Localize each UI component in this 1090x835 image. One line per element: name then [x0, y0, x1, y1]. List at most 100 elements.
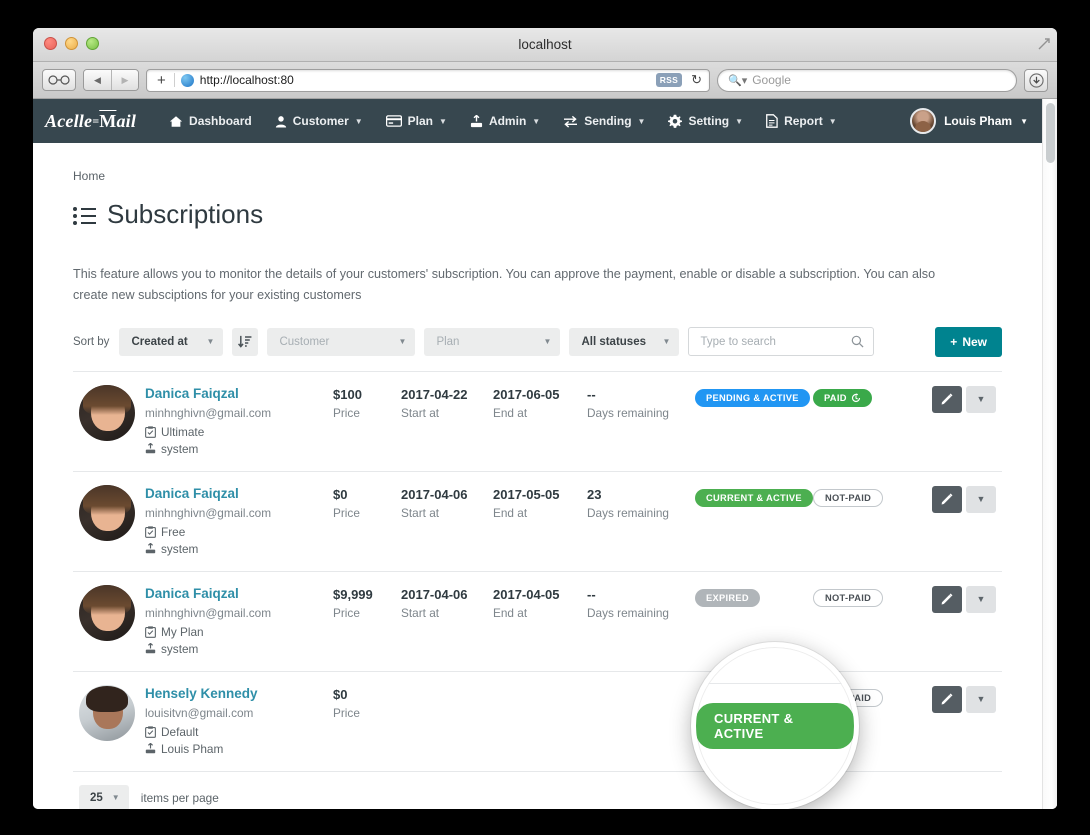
nav-label: Dashboard	[189, 114, 252, 128]
edit-button[interactable]	[932, 585, 962, 613]
forward-arrow-icon[interactable]: ▶	[111, 70, 138, 90]
url-text[interactable]: http://localhost:80	[200, 73, 650, 87]
divider	[173, 73, 175, 87]
row-more-button[interactable]: ▼	[966, 485, 996, 513]
status-filter-select[interactable]: All statuses ▼	[569, 327, 680, 356]
chevron-down-icon: ▼	[111, 793, 120, 803]
row-days-cell: 23 Days remaining	[587, 485, 695, 520]
plan-name: Default	[161, 724, 199, 739]
customer-email: louisitvn@gmail.com	[145, 705, 254, 720]
nav-item-customer[interactable]: Customer ▼	[264, 108, 374, 134]
nav-item-report[interactable]: Report ▼	[755, 108, 848, 134]
rss-button[interactable]: RSS	[655, 73, 683, 87]
navbar-user-menu[interactable]: Louis Pham ▼	[910, 108, 1028, 134]
resize-corner-icon[interactable]	[1036, 36, 1052, 52]
app-logo[interactable]: Acelle=Mail	[45, 111, 136, 132]
sort-field-value: Created at	[131, 335, 188, 348]
table-row[interactable]: Hensely Kennedy louisitvn@gmail.com Defa…	[73, 672, 1002, 772]
start-label: Start at	[401, 505, 440, 520]
admin-upload-icon	[145, 543, 156, 554]
edit-button[interactable]	[932, 685, 962, 713]
admin-upload-icon	[145, 443, 156, 454]
reader-glasses-icon[interactable]	[42, 69, 76, 91]
new-subscription-button[interactable]: + New	[935, 326, 1002, 357]
page-scrollbar[interactable]	[1042, 99, 1057, 809]
browser-search-bar[interactable]: 🔍▾ Google	[717, 68, 1017, 92]
customer-name-link[interactable]: Danica Faiqzal	[145, 486, 333, 501]
clipboard-icon	[145, 725, 156, 738]
table-row[interactable]: Danica Faiqzal minhnghivn@gmail.com My P…	[73, 572, 1002, 672]
end-value: 2017-06-05	[493, 386, 560, 402]
search-input[interactable]: Type to search	[688, 327, 875, 357]
plan-row: Ultimate	[145, 425, 333, 439]
breadcrumb[interactable]: Home	[73, 169, 1002, 183]
sort-descending-icon	[238, 335, 252, 348]
close-window-button[interactable]	[44, 37, 57, 50]
download-icon[interactable]	[1024, 68, 1048, 92]
reload-icon[interactable]: ↻	[688, 72, 705, 88]
clipboard-icon	[145, 425, 156, 438]
home-icon	[169, 115, 183, 127]
pencil-icon	[941, 393, 953, 405]
price-value: $0	[333, 486, 348, 502]
pencil-icon	[941, 593, 953, 605]
maximize-window-button[interactable]	[86, 37, 99, 50]
nav-item-sending[interactable]: Sending ▼	[552, 108, 656, 134]
page-title-text: Subscriptions	[107, 199, 264, 229]
row-customer-cell: Danica Faiqzal minhnghivn@gmail.com My P…	[145, 585, 333, 659]
customer-email: minhnghivn@gmail.com	[145, 605, 272, 620]
items-per-page-value: 25	[90, 791, 103, 804]
table-row[interactable]: Danica Faiqzal minhnghivn@gmail.com Ulti…	[73, 372, 1002, 472]
customer-name-link[interactable]: Danica Faiqzal	[145, 386, 333, 401]
subscriptions-table: Danica Faiqzal minhnghivn@gmail.com Ulti…	[73, 370, 1002, 772]
edit-button[interactable]	[932, 485, 962, 513]
chevron-down-icon: ▼	[828, 116, 837, 126]
row-start-cell: 2017-04-06 Start at	[401, 585, 493, 620]
row-price-cell: $9,999 Price	[333, 585, 401, 620]
days-label: Days remaining	[587, 405, 669, 420]
row-actions-cell: ▼	[932, 485, 1002, 513]
price-value: $0	[333, 686, 348, 702]
browser-titlebar: localhost	[33, 28, 1057, 62]
search-icon	[852, 335, 864, 348]
new-tab-button[interactable]: +	[155, 73, 168, 88]
app-page: Acelle=Mail Dashboard Customer ▼ Plan ▼ …	[33, 99, 1042, 809]
nav-item-admin[interactable]: Admin ▼	[459, 108, 551, 134]
customer-name-link[interactable]: Danica Faiqzal	[145, 586, 333, 601]
table-row[interactable]: Danica Faiqzal minhnghivn@gmail.com Free…	[73, 472, 1002, 572]
edit-button[interactable]	[932, 385, 962, 413]
price-label: Price	[333, 505, 360, 520]
row-more-button[interactable]: ▼	[966, 385, 996, 413]
site-globe-icon	[180, 73, 194, 87]
row-days-cell: -- Days remaining	[587, 585, 695, 620]
window-controls[interactable]	[44, 37, 99, 50]
user-icon	[275, 115, 286, 127]
row-end-cell	[493, 685, 587, 687]
nav-item-dashboard[interactable]: Dashboard	[158, 108, 263, 134]
plan-row: Default	[145, 725, 333, 739]
back-arrow-icon[interactable]: ◀	[84, 70, 111, 90]
customer-filter-select[interactable]: Customer ▼	[267, 327, 416, 356]
row-more-button[interactable]: ▼	[966, 685, 996, 713]
page-viewport: Acelle=Mail Dashboard Customer ▼ Plan ▼ …	[33, 99, 1057, 809]
days-label: Days remaining	[587, 605, 669, 620]
sort-direction-button[interactable]	[232, 327, 259, 356]
nav-buttons[interactable]: ◀ ▶	[83, 69, 139, 91]
magnified-status-badge: CURRENT & ACTIVE	[696, 703, 854, 749]
plan-name: Ultimate	[161, 424, 205, 439]
nav-item-plan[interactable]: Plan ▼	[375, 108, 458, 134]
scrollbar-thumb[interactable]	[1046, 103, 1055, 163]
address-bar[interactable]: + http://localhost:80 RSS ↻	[146, 68, 710, 92]
minimize-window-button[interactable]	[65, 37, 78, 50]
credit-card-icon	[385, 115, 402, 127]
row-more-button[interactable]: ▼	[966, 585, 996, 613]
sort-field-select[interactable]: Created at ▼	[119, 327, 224, 356]
items-per-page-select[interactable]: 25 ▼	[79, 784, 129, 809]
payment-badge: NOT-PAID	[813, 488, 884, 507]
nav-item-setting[interactable]: Setting ▼	[657, 108, 754, 134]
row-payment-cell: PAID	[813, 385, 925, 407]
customer-name-link[interactable]: Hensely Kennedy	[145, 686, 333, 701]
plan-filter-select[interactable]: Plan ▼	[424, 327, 561, 356]
row-status-cell: CURRENT & ACTIVE	[695, 485, 813, 507]
row-customer-cell: Danica Faiqzal minhnghivn@gmail.com Free…	[145, 485, 333, 559]
